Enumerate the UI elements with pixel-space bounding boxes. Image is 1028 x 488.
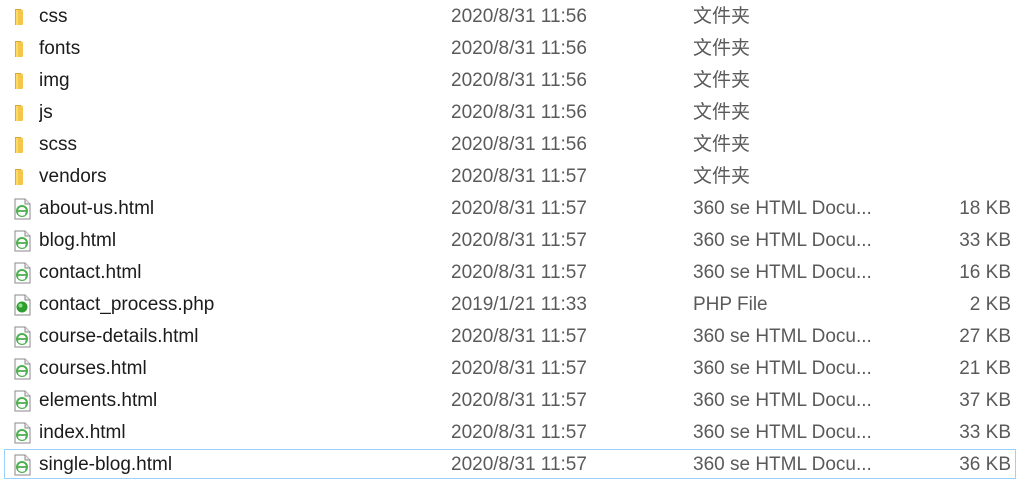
file-type: PHP File (693, 294, 768, 315)
file-size (905, 2, 1011, 32)
file-type: 文件夹 (693, 134, 751, 155)
file-type: 360 se HTML Docu... (693, 358, 872, 379)
file-type: 360 se HTML Docu... (693, 326, 872, 347)
file-size: 33 KB (959, 422, 1011, 443)
file-date-modified: 2020/8/31 11:57 (451, 230, 587, 251)
file-size: 16 KB (959, 262, 1011, 283)
file-date-modified: 2020/8/31 11:57 (451, 166, 587, 187)
file-date-modified: 2020/8/31 11:57 (451, 198, 587, 219)
file-type: 文件夹 (693, 38, 751, 59)
file-date-modified: 2020/8/31 11:57 (451, 422, 587, 443)
file-row[interactable]: courses.html 2020/8/31 11:57 360 se HTML D… (4, 353, 1016, 383)
html-file-icon (11, 262, 33, 284)
file-size: 33 KB (959, 230, 1011, 251)
file-date-modified: 2019/1/21 11:33 (451, 294, 587, 315)
folder-icon (11, 70, 33, 92)
file-date-modified: 2020/8/31 11:56 (451, 102, 587, 123)
file-name: contact.html (39, 262, 142, 283)
file-name: blog.html (39, 230, 117, 251)
file-size: 37 KB (959, 390, 1011, 411)
file-row[interactable]: blog.html 2020/8/31 11:57 360 se HTML Docu… (4, 225, 1016, 255)
folder-icon (11, 102, 33, 124)
php-file-icon (11, 294, 33, 316)
file-name: vendors (39, 166, 107, 187)
file-type: 360 se HTML Docu... (693, 262, 872, 283)
html-file-icon (11, 454, 33, 476)
file-name: index.html (39, 422, 126, 443)
file-row[interactable]: vendors 2020/8/31 11:57 文件夹 (4, 161, 1016, 191)
file-type: 360 se HTML Docu... (693, 390, 872, 411)
file-name: js (39, 102, 53, 123)
file-size (905, 130, 1011, 160)
file-type: 360 se HTML Docu... (693, 422, 872, 443)
file-date-modified: 2020/8/31 11:57 (451, 390, 587, 411)
html-file-icon (11, 326, 33, 348)
file-size: 21 KB (959, 358, 1011, 379)
file-name: single-blog.html (39, 454, 173, 475)
file-type: 360 se HTML Docu... (693, 198, 872, 219)
file-type: 文件夹 (693, 166, 751, 187)
file-size (905, 34, 1011, 64)
file-row[interactable]: scss 2020/8/31 11:56 文件夹 (4, 129, 1016, 159)
file-row[interactable]: elements.html 2020/8/31 11:57 360 se HTML … (4, 385, 1016, 415)
file-list: css 2020/8/31 11:56 文件夹 fonts 2020/8/31 11:5… (0, 0, 1028, 488)
file-name: css (39, 6, 68, 27)
html-file-icon (11, 198, 33, 220)
file-row[interactable]: contact.html 2020/8/31 11:57 360 se HTML D… (4, 257, 1016, 287)
folder-icon (11, 134, 33, 156)
file-size: 2 KB (969, 294, 1011, 315)
html-file-icon (11, 422, 33, 444)
file-row[interactable]: fonts 2020/8/31 11:56 文件夹 (4, 33, 1016, 63)
file-date-modified: 2020/8/31 11:56 (451, 134, 587, 155)
file-name: elements.html (39, 390, 158, 411)
file-row[interactable]: contact_process.php 2019/1/21 11:33 PHP Fi… (4, 289, 1016, 319)
file-date-modified: 2020/8/31 11:57 (451, 454, 587, 475)
file-date-modified: 2020/8/31 11:57 (451, 326, 587, 347)
file-name: img (39, 70, 70, 91)
html-file-icon (11, 230, 33, 252)
file-size: 18 KB (959, 198, 1011, 219)
file-size (905, 66, 1011, 96)
file-date-modified: 2020/8/31 11:56 (451, 70, 587, 91)
file-name: contact_process.php (39, 294, 215, 315)
file-row[interactable]: about-us.html 2020/8/31 11:57 360 se HTML … (4, 193, 1016, 223)
file-size: 27 KB (959, 326, 1011, 347)
file-name: scss (39, 134, 77, 155)
file-type: 文件夹 (693, 70, 751, 91)
file-row[interactable]: single-blog.html 2020/8/31 11:57 360 se HT… (4, 449, 1016, 479)
file-row[interactable]: course-details.html 2020/8/31 11:57 360 se… (4, 321, 1016, 351)
file-row[interactable]: js 2020/8/31 11:56 文件夹 (4, 97, 1016, 127)
file-name: about-us.html (39, 198, 155, 219)
file-size (905, 162, 1011, 192)
file-size (905, 98, 1011, 128)
file-name: course-details.html (39, 326, 199, 347)
file-type: 360 se HTML Docu... (693, 230, 872, 251)
file-row[interactable]: img 2020/8/31 11:56 文件夹 (4, 65, 1016, 95)
file-type: 文件夹 (693, 102, 751, 123)
file-row[interactable]: index.html 2020/8/31 11:57 360 se HTML Doc… (4, 417, 1016, 447)
file-size: 36 KB (959, 454, 1011, 475)
file-name: courses.html (39, 358, 147, 379)
file-row[interactable]: css 2020/8/31 11:56 文件夹 (4, 1, 1016, 31)
folder-icon (11, 38, 33, 60)
folder-icon (11, 166, 33, 188)
file-type: 360 se HTML Docu... (693, 454, 872, 475)
file-date-modified: 2020/8/31 11:56 (451, 38, 587, 59)
file-date-modified: 2020/8/31 11:57 (451, 358, 587, 379)
html-file-icon (11, 390, 33, 412)
file-date-modified: 2020/8/31 11:57 (451, 262, 587, 283)
file-type: 文件夹 (693, 6, 751, 27)
file-date-modified: 2020/8/31 11:56 (451, 6, 587, 27)
file-name: fonts (39, 38, 81, 59)
html-file-icon (11, 358, 33, 380)
folder-icon (11, 6, 33, 28)
